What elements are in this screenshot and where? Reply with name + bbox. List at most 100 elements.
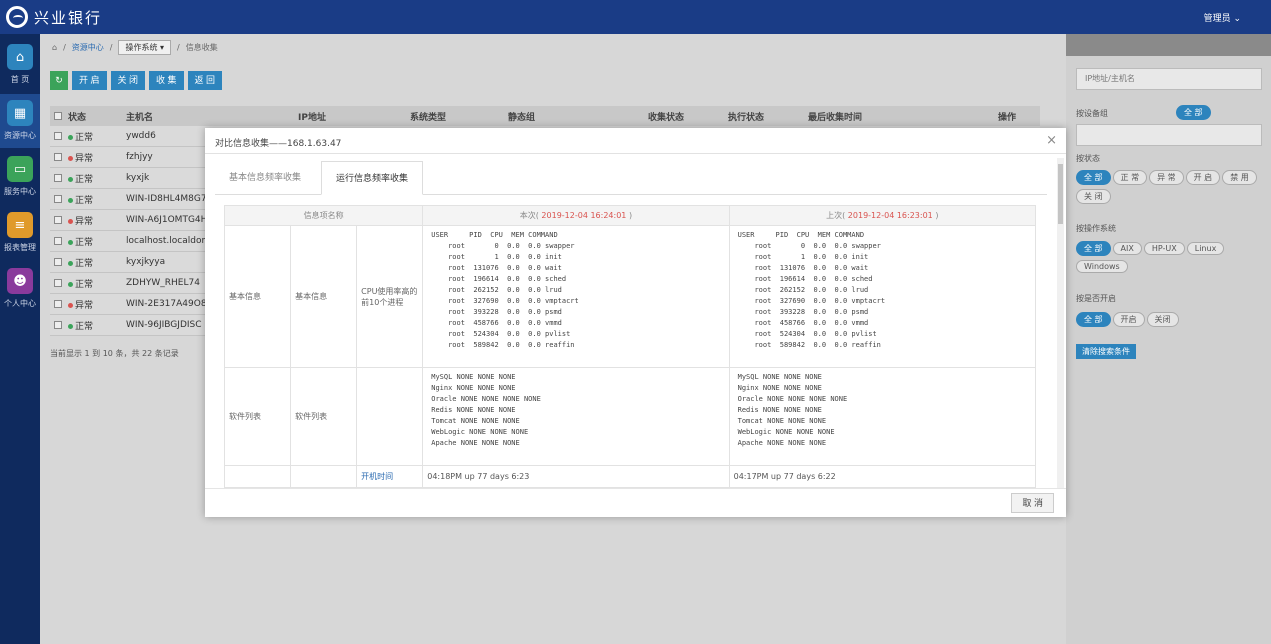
os-filter-pill[interactable]: Linux — [1186, 242, 1225, 255]
user-icon: ☻ — [7, 268, 33, 294]
subcategory-cell: 软件列表 — [290, 367, 358, 466]
status-filter-pill[interactable]: 异 常 — [1149, 170, 1184, 185]
current-boot-time: 04:18PM up 77 days 6:23 — [422, 465, 730, 488]
sidebar: ⌂ 首 页 ▦ 资源中心 ▭ 服务中心 ≡ 报表管理 ☻ 个人中心 — [0, 34, 40, 644]
status-filter-pill[interactable]: 关 闭 — [1076, 189, 1111, 204]
sidebar-item-personal[interactable]: ☻ 个人中心 — [0, 262, 40, 316]
os-select[interactable]: 操作系统 ▾ — [118, 39, 172, 55]
enabled-filter-pill[interactable]: 开启 — [1112, 312, 1145, 327]
user-menu[interactable]: 管理员 ⌄ — [1204, 11, 1241, 24]
compare-table: 信息项名称 本次( 2019-12-04 16:24:01 ) 上次( 2019… — [223, 205, 1037, 488]
breadcrumb-current: 信息收集 — [185, 42, 218, 52]
col-last-collect-time[interactable]: 最后收集时间 — [802, 110, 992, 123]
status-cell: 正常 — [62, 130, 120, 143]
modal-footer: 取 消 — [205, 488, 1066, 517]
status-dot-icon — [68, 155, 73, 161]
back-button[interactable]: 返 回 — [187, 71, 223, 90]
previous-header: 上次( 2019-12-04 16:23:01 ) — [728, 205, 1037, 226]
status-filter-pill[interactable]: 禁 用 — [1222, 170, 1257, 185]
item-cell: CPU使用率高的前10个进程 — [356, 225, 424, 368]
os-filter-pill[interactable]: 全 部 — [1076, 241, 1111, 256]
os-filter-pills: 全 部 AIX HP-UX Linux Windows — [1076, 241, 1271, 277]
group-all-pill[interactable]: 全 部 — [1176, 105, 1211, 120]
os-filter-pill[interactable]: Windows — [1076, 260, 1128, 273]
row-checkbox[interactable] — [54, 258, 62, 266]
enabled-filter-pills: 全 部开启 关闭 — [1076, 312, 1271, 331]
col-actions: 操作 — [998, 112, 1017, 123]
current-time: 2019-12-04 16:24:01 — [538, 211, 629, 220]
status-cell: 正常 — [62, 256, 120, 269]
row-checkbox[interactable] — [54, 321, 62, 329]
grid-icon: ▦ — [7, 100, 33, 126]
row-checkbox[interactable] — [54, 174, 62, 182]
status-cell: 异常 — [62, 151, 120, 164]
sidebar-item-label: 首 页 — [10, 75, 30, 84]
close-icon[interactable]: × — [1046, 133, 1057, 148]
category-cell: 基本信息 — [223, 225, 292, 368]
status-dot-icon — [68, 176, 73, 182]
status-dot-icon — [68, 218, 73, 224]
pager-info: 当前显示 1 到 10 条，共 22 条记录 — [50, 349, 179, 358]
status-filter-label: 按状态 — [1076, 154, 1100, 163]
status-dot-icon — [68, 134, 73, 140]
sidebar-item-report[interactable]: ≡ 报表管理 — [0, 206, 40, 260]
status-cell: 正常 — [62, 277, 120, 290]
group-filter-label: 按设备组 — [1076, 109, 1108, 118]
sidebar-item-resource[interactable]: ▦ 资源中心 — [0, 94, 40, 148]
row-checkbox[interactable] — [54, 300, 62, 308]
col-status[interactable]: 状态 — [62, 110, 120, 123]
status-dot-icon — [68, 302, 73, 308]
modal-scrollbar[interactable] — [1057, 158, 1064, 488]
bank-logo: 兴业银行 — [6, 6, 102, 28]
row-checkbox[interactable] — [54, 153, 62, 161]
scrollbar-thumb[interactable] — [1058, 164, 1063, 224]
breadcrumb-resource-center[interactable]: 资源中心 — [72, 42, 104, 53]
enabled-filter-pill[interactable]: 关闭 — [1146, 312, 1179, 327]
breadcrumb: ⌂ / 资源中心 / 操作系统 ▾ / 信息收集 — [52, 39, 218, 55]
current-header: 本次( 2019-12-04 16:24:01 ) — [422, 205, 730, 226]
tab-basic-info[interactable]: 基本信息频率收集 — [215, 161, 315, 195]
col-exec-status[interactable]: 执行状态 — [722, 110, 802, 123]
clear-filters-button[interactable]: 清除搜索条件 — [1076, 344, 1136, 359]
previous-time: 2019-12-04 16:23:01 — [845, 211, 936, 220]
collect-button[interactable]: 收 集 — [149, 71, 184, 90]
row-checkbox[interactable] — [54, 237, 62, 245]
select-all-checkbox[interactable] — [54, 112, 62, 120]
home-breadcrumb-icon[interactable]: ⌂ — [52, 43, 57, 52]
col-hostname[interactable]: 主机名 — [120, 110, 292, 123]
status-filter-pill[interactable]: 全 部 — [1076, 170, 1111, 185]
tab-runtime-info[interactable]: 运行信息频率收集 — [321, 161, 424, 195]
row-checkbox[interactable] — [54, 195, 62, 203]
close-button[interactable]: 关 闭 — [110, 71, 146, 90]
sidebar-item-service[interactable]: ▭ 服务中心 — [0, 150, 40, 204]
status-cell: 正常 — [62, 193, 120, 206]
row-checkbox[interactable] — [54, 216, 62, 224]
os-filter-pill[interactable]: HP-UX — [1143, 242, 1185, 255]
status-filter-pill[interactable]: 开 启 — [1185, 170, 1221, 185]
col-collect-status[interactable]: 收集状态 — [642, 110, 722, 123]
col-static-group[interactable]: 静态组 — [502, 110, 642, 123]
bank-logo-icon — [6, 6, 28, 28]
refresh-button[interactable]: ↻ — [50, 71, 68, 90]
search-input[interactable]: IP地址/主机名 — [1076, 68, 1262, 90]
previous-boot-time: 04:17PM up 77 days 6:22 — [728, 465, 1037, 488]
boot-time-item[interactable]: 开机时间 — [356, 465, 424, 488]
enabled-filter-pill[interactable]: 全 部 — [1076, 312, 1111, 327]
home-icon: ⌂ — [7, 44, 33, 70]
toolbar: ↻ 开 启 关 闭 收 集 返 回 — [50, 71, 223, 90]
col-ip[interactable]: IP地址 — [292, 110, 404, 123]
os-filter-pill[interactable]: AIX — [1112, 242, 1142, 255]
category-cell: 软件列表 — [223, 367, 292, 466]
status-filter-pill[interactable]: 正 常 — [1112, 170, 1148, 185]
col-os-type[interactable]: 系统类型 — [404, 110, 502, 123]
row-checkbox[interactable] — [54, 132, 62, 140]
status-dot-icon — [68, 260, 73, 266]
open-button[interactable]: 开 启 — [72, 71, 107, 90]
device-group-input[interactable] — [1076, 124, 1262, 146]
enabled-filter-label: 按是否开启 — [1076, 294, 1116, 303]
previous-software-list: MySQL NONE NONE NONE Nginx NONE NONE NON… — [728, 367, 1037, 466]
sidebar-item-home[interactable]: ⌂ 首 页 — [0, 38, 40, 92]
cancel-button[interactable]: 取 消 — [1011, 493, 1054, 513]
row-checkbox[interactable] — [54, 279, 62, 287]
current-software-list: MySQL NONE NONE NONE Nginx NONE NONE NON… — [422, 367, 730, 466]
